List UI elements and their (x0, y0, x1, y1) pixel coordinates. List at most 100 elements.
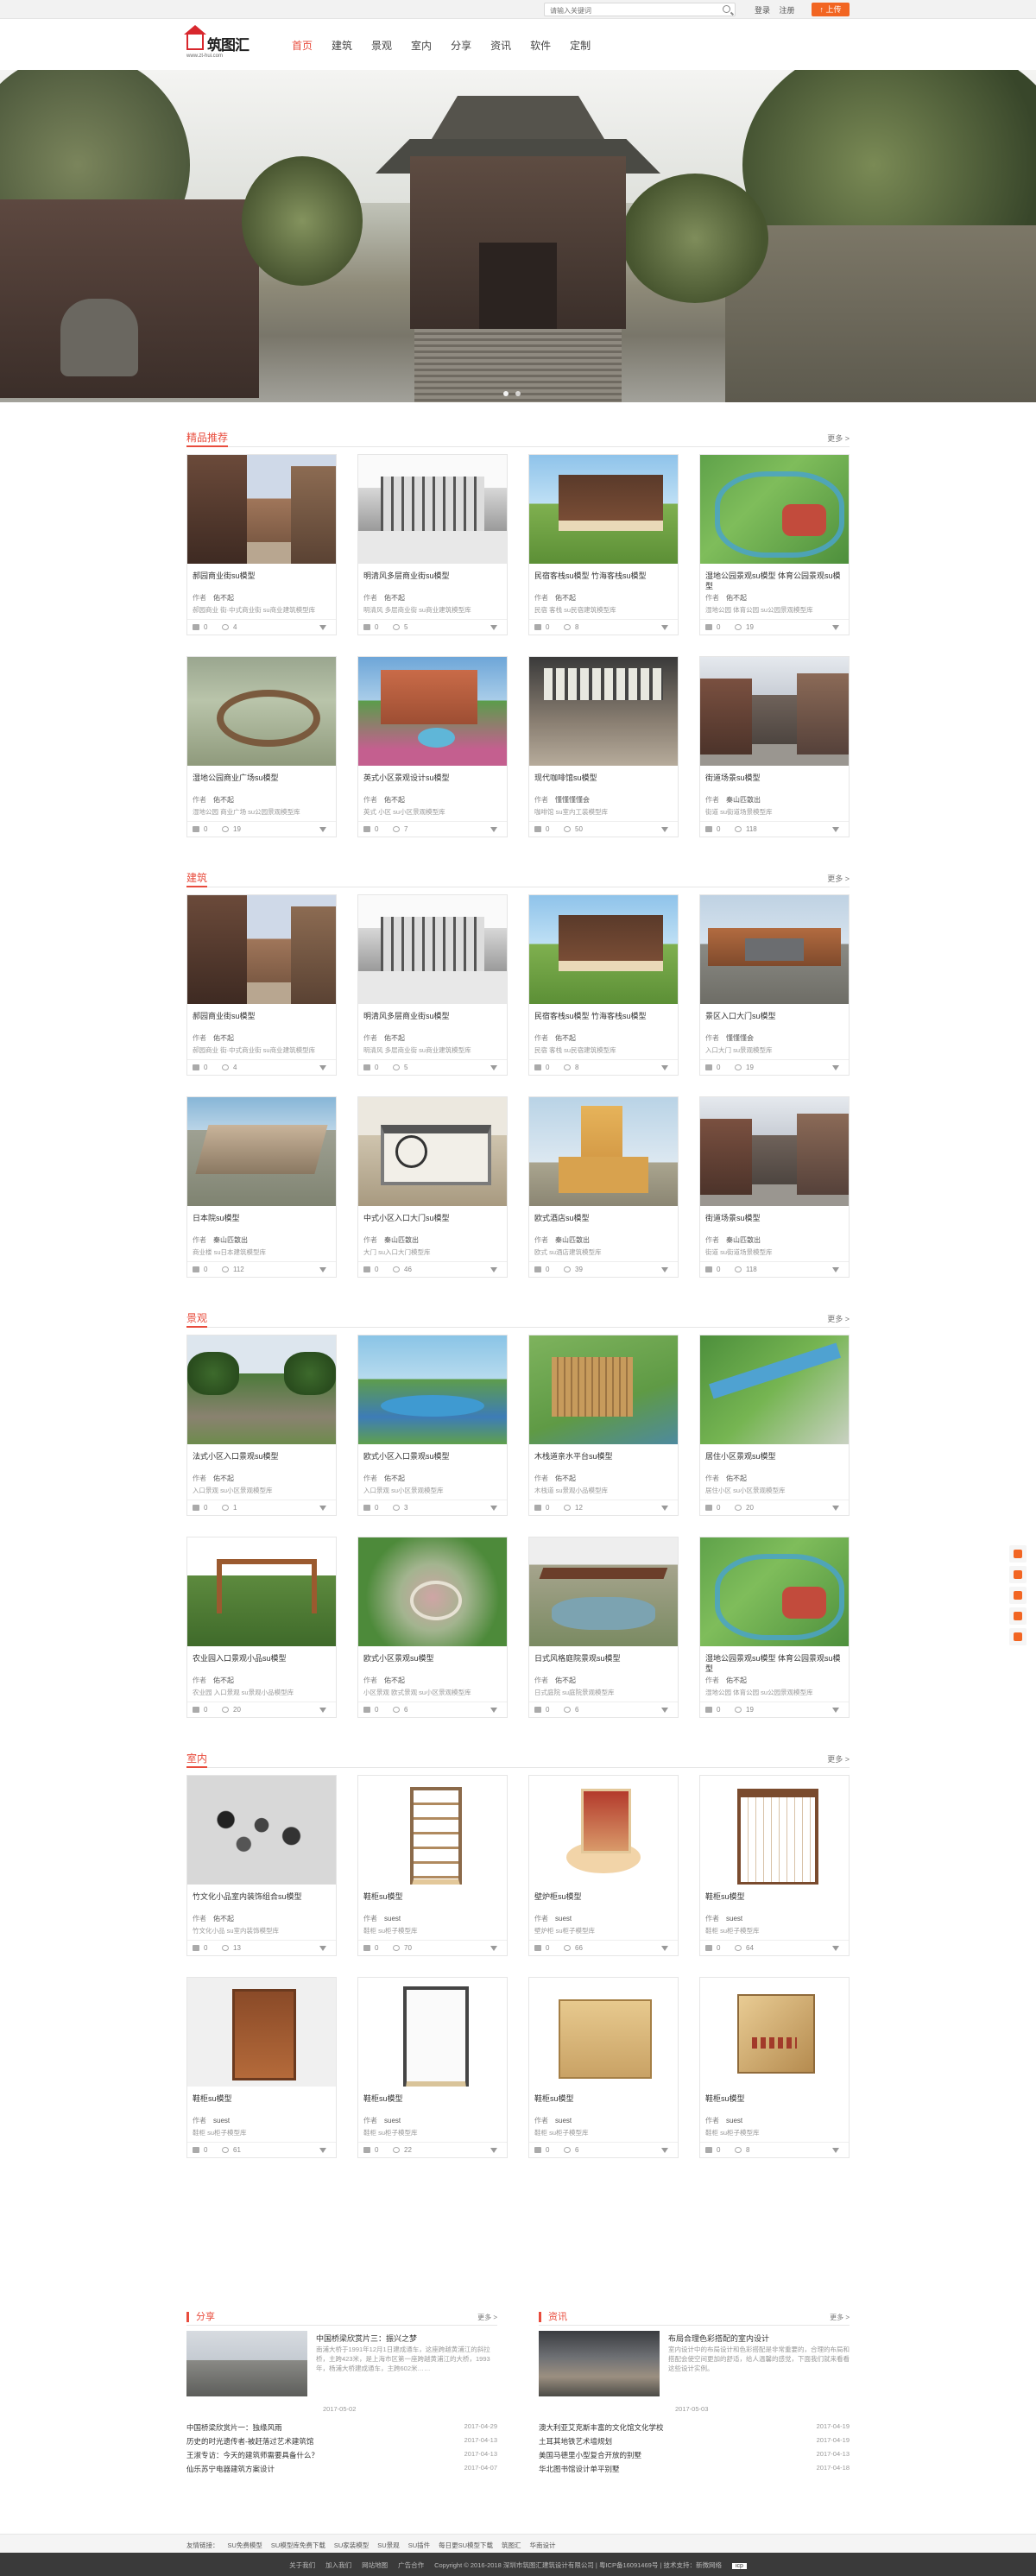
author-name[interactable]: 佑不起 (213, 1474, 234, 1482)
download-button[interactable] (832, 623, 843, 631)
model-thumbnail[interactable] (187, 1776, 336, 1885)
model-card[interactable]: 明清风多层商业街su模型 作者 佑不起 明清风 多层商业街 su商业建筑模型库 0 5 (357, 454, 508, 635)
download-button[interactable] (490, 623, 502, 631)
model-card[interactable]: 鞋柜su模型 作者 suest 鞋柜 su柜子模型库 0 70 (357, 1775, 508, 1956)
model-thumbnail[interactable] (187, 1537, 336, 1646)
author-name[interactable]: 佑不起 (726, 594, 747, 602)
like-count[interactable]: 0 (363, 1266, 378, 1273)
download-button[interactable] (832, 2146, 843, 2154)
model-card[interactable]: 鞋柜su模型 作者 suest 鞋柜 su柜子模型库 0 61 (186, 1977, 337, 2158)
download-button[interactable] (661, 1504, 673, 1512)
section-title[interactable]: 建筑 (186, 870, 208, 887)
footer-link[interactable]: 广告合作 (398, 2561, 424, 2569)
like-count[interactable]: 0 (534, 1266, 549, 1273)
author-name[interactable]: 佑不起 (384, 1676, 405, 1684)
like-count[interactable]: 0 (705, 623, 720, 631)
model-card[interactable]: 鞋柜su模型 作者 suest 鞋柜 su柜子模型库 0 22 (357, 1977, 508, 2158)
news-item[interactable]: 王淑专访：今天的建筑师需要具备什么？ 2017-04-13 (186, 2450, 497, 2464)
like-count[interactable]: 0 (193, 1944, 207, 1952)
model-card[interactable]: 湿地公园景观su模型 体育公园景观su模型 作者 佑不起 湿地公园 体育公园 su公园… (699, 454, 850, 635)
model-card[interactable]: 郝园商业街su模型 作者 佑不起 郝园商业 街·中式商业街 su商业建筑模型库 0 4 (186, 454, 337, 635)
download-button[interactable] (832, 1706, 843, 1714)
download-button[interactable] (832, 825, 843, 833)
author-name[interactable]: 佑不起 (384, 1034, 405, 1042)
model-thumbnail[interactable] (529, 895, 678, 1004)
news-item[interactable]: 中国桥梁欣赏片一：独缘风雨 2017-04-29 (186, 2422, 497, 2436)
download-button[interactable] (661, 1266, 673, 1273)
model-card[interactable]: 景区入口大门su模型 作者 懂懂懂会 入口大门 su景观模型库 0 19 (699, 894, 850, 1076)
footer-link[interactable]: 加入我们 (325, 2561, 351, 2569)
author-name[interactable]: 佑不起 (384, 1474, 405, 1482)
model-title[interactable]: 民宿客栈su模型 竹海客栈su模型 (534, 571, 673, 581)
nav-software[interactable]: 软件 (530, 38, 551, 56)
model-thumbnail[interactable] (187, 1978, 336, 2087)
author-name[interactable]: suest (726, 1915, 742, 1923)
model-title[interactable]: 郝园商业街su模型 (193, 1011, 331, 1021)
model-title[interactable]: 竹文化小品室内装饰组合su模型 (193, 1891, 331, 1902)
model-card[interactable]: 明清风多层商业街su模型 作者 佑不起 明清风 多层商业街 su商业建筑模型库 0 5 (357, 894, 508, 1076)
chart-float-icon[interactable] (1009, 1566, 1027, 1583)
share-featured[interactable]: 中国桥梁欣赏片三：振兴之梦 南浦大桥于1991年12月1日建成通车，这座跨越黄浦… (186, 2331, 497, 2413)
like-count[interactable]: 0 (193, 623, 207, 631)
model-card[interactable]: 欧式酒店su模型 作者 秦山匹散出 欧式 su酒店建筑模型库 0 39 (528, 1096, 679, 1278)
share-featured-image[interactable] (186, 2331, 307, 2396)
author-name[interactable]: 佑不起 (213, 1676, 234, 1684)
news-item-title[interactable]: 仙乐苏宁电器建筑方案设计 (186, 2465, 275, 2473)
model-thumbnail[interactable] (529, 1776, 678, 1885)
model-thumbnail[interactable] (700, 1537, 849, 1646)
like-count[interactable]: 0 (363, 1504, 378, 1512)
model-thumbnail[interactable] (358, 1537, 507, 1646)
model-card[interactable]: 日式风格庭院景观su模型 作者 佑不起 日式庭院 su庭院景观模型库 0 6 (528, 1537, 679, 1718)
model-title[interactable]: 郝园商业街su模型 (193, 571, 331, 581)
download-button[interactable] (319, 1064, 331, 1071)
model-card[interactable]: 鞋柜su模型 作者 suest 鞋柜 su柜子模型库 0 6 (528, 1977, 679, 2158)
author-name[interactable]: 佑不起 (384, 594, 405, 602)
model-title[interactable]: 鞋柜su模型 (705, 1891, 843, 1902)
nav-news[interactable]: 资讯 (490, 38, 511, 56)
model-thumbnail[interactable] (358, 455, 507, 564)
model-thumbnail[interactable] (529, 1978, 678, 2087)
download-button[interactable] (490, 2146, 502, 2154)
model-card[interactable]: 居住小区景观su模型 作者 佑不起 居住小区 su小区景观模型库 0 20 (699, 1335, 850, 1516)
search-input[interactable] (545, 4, 709, 17)
model-thumbnail[interactable] (529, 657, 678, 766)
model-card[interactable]: 欧式小区景观su模型 作者 佑不起 小区景观 欧式景观 su小区景观模型库 0 6 (357, 1537, 508, 1718)
model-title[interactable]: 景区入口大门su模型 (705, 1011, 843, 1021)
nav-landscape[interactable]: 景观 (371, 38, 392, 56)
like-count[interactable]: 0 (705, 1266, 720, 1273)
model-thumbnail[interactable] (700, 657, 849, 766)
model-thumbnail[interactable] (358, 657, 507, 766)
friend-link[interactable]: 筑图汇 (502, 2541, 521, 2549)
download-button[interactable] (319, 825, 331, 833)
model-card[interactable]: 鞋柜su模型 作者 suest 鞋柜 su柜子模型库 0 8 (699, 1977, 850, 2158)
download-button[interactable] (832, 1064, 843, 1071)
model-title[interactable]: 中式小区入口大门su模型 (363, 1213, 502, 1223)
model-card[interactable]: 中式小区入口大门su模型 作者 秦山匹散出 大门 su入口大门模型库 0 46 (357, 1096, 508, 1278)
author-name[interactable]: 秦山匹散出 (726, 1236, 761, 1244)
model-thumbnail[interactable] (187, 657, 336, 766)
model-title[interactable]: 现代咖啡馆su模型 (534, 773, 673, 783)
model-thumbnail[interactable] (187, 1097, 336, 1206)
download-button[interactable] (319, 1706, 331, 1714)
model-thumbnail[interactable] (700, 1097, 849, 1206)
model-title[interactable]: 英式小区景观设计su模型 (363, 773, 502, 783)
model-title[interactable]: 农业园入口景观小品su模型 (193, 1653, 331, 1664)
model-thumbnail[interactable] (358, 1097, 507, 1206)
download-button[interactable] (319, 1504, 331, 1512)
section-more-link[interactable]: 更多 > (827, 1753, 850, 1765)
news-featured-title[interactable]: 布局合理色彩搭配的室内设计 (668, 2333, 850, 2344)
model-thumbnail[interactable] (700, 1978, 849, 2087)
model-title[interactable]: 鞋柜su模型 (193, 2093, 331, 2104)
model-title[interactable]: 民宿客栈su模型 竹海客栈su模型 (534, 1011, 673, 1021)
author-name[interactable]: 佑不起 (384, 796, 405, 804)
news-item[interactable]: 土耳其地铁艺术墙规划 2017-04-19 (539, 2436, 850, 2450)
download-button[interactable] (661, 1064, 673, 1071)
model-title[interactable]: 鞋柜su模型 (705, 2093, 843, 2104)
download-button[interactable] (490, 825, 502, 833)
model-title[interactable]: 欧式小区景观su模型 (363, 1653, 502, 1664)
news-item[interactable]: 美国马德里小型复合开放的别墅 2017-04-13 (539, 2450, 850, 2464)
news-item[interactable]: 华北图书馆设计单平别墅 2017-04-18 (539, 2464, 850, 2478)
model-title[interactable]: 日本院su模型 (193, 1213, 331, 1223)
news-featured[interactable]: 布局合理色彩搭配的室内设计 室内设计中的布局设计和色彩搭配是非常重要的，合理的布… (539, 2331, 850, 2413)
author-name[interactable]: suest (726, 2117, 742, 2125)
